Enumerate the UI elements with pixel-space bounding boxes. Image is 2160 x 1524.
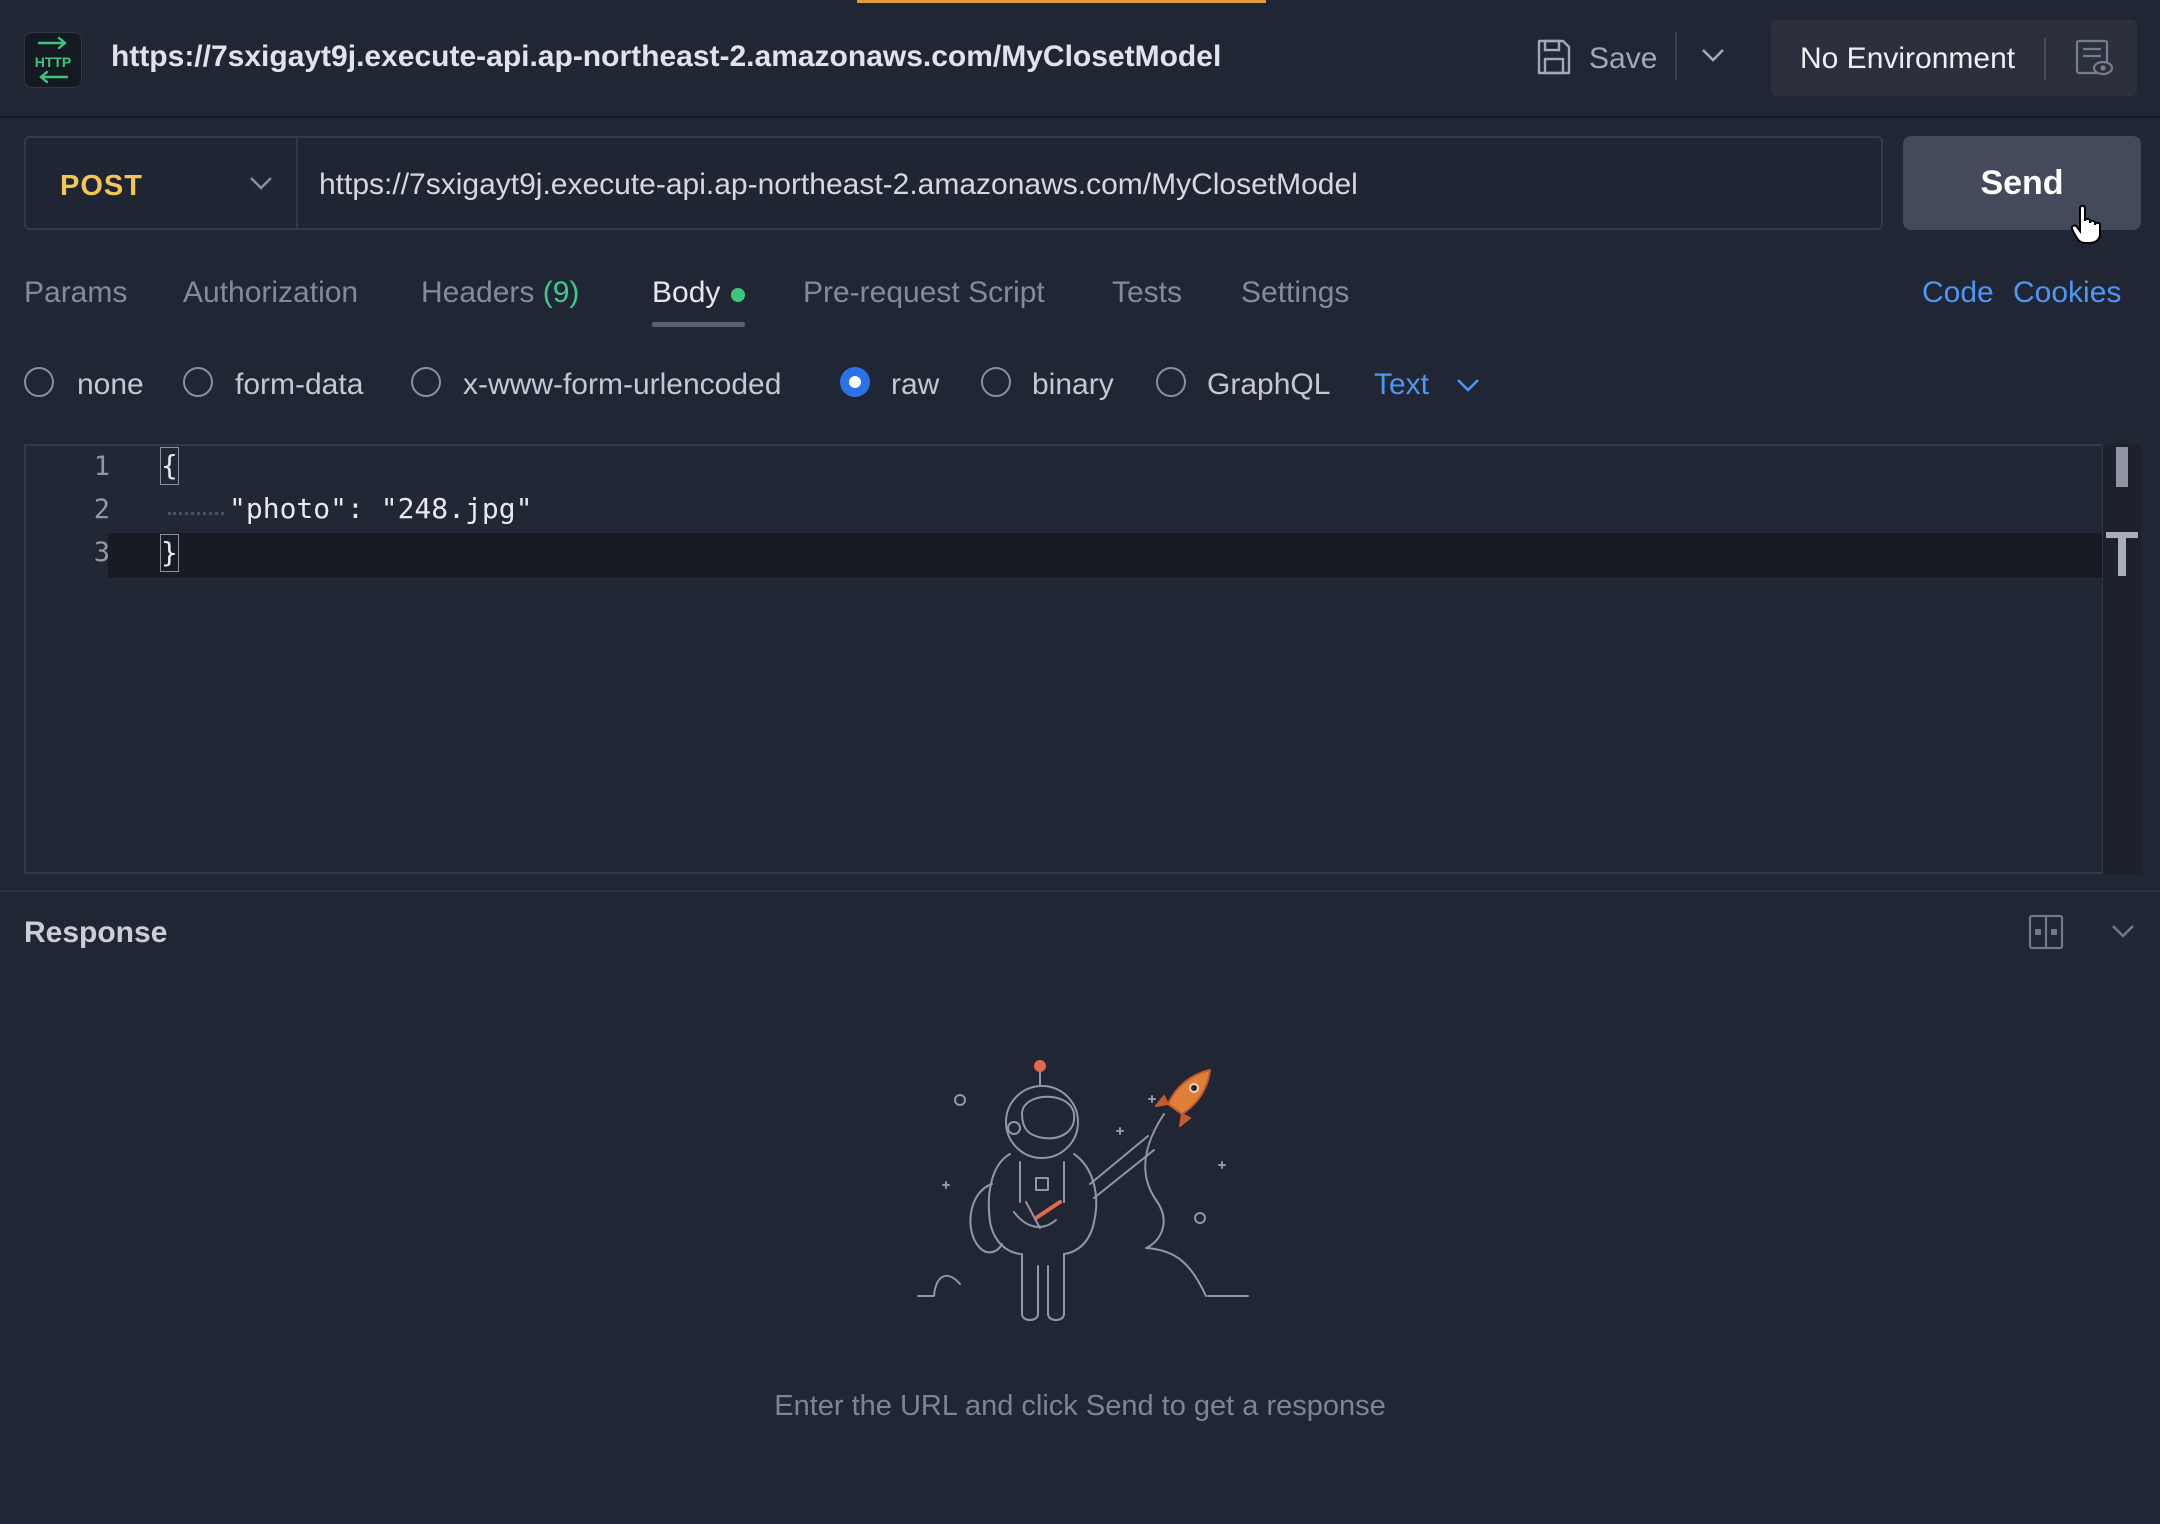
radio-none[interactable] [24,367,54,397]
svg-text:HTTP: HTTP [35,54,72,70]
radio-binary[interactable] [981,367,1011,397]
method-selector[interactable]: POST [60,170,143,203]
environment-eye-icon[interactable] [2074,38,2114,83]
divider[interactable] [0,890,2160,892]
tab-authorization[interactable]: Authorization [183,276,358,310]
chevron-down-icon[interactable] [1455,376,1481,399]
cursor-hand-icon [2070,204,2104,249]
status-dot [731,288,745,302]
active-tab-underline [652,322,745,327]
empty-response-hint: Enter the URL and click Send to get a re… [774,1390,1386,1422]
active-tab-accent [857,0,1266,3]
radio-label-none[interactable]: none [77,368,144,402]
send-button[interactable]: Send [1903,136,2141,230]
tab-body[interactable]: Body [652,276,720,310]
response-title: Response [24,916,168,949]
tab-params[interactable]: Params [24,276,127,310]
editor-scrollbar[interactable] [2102,444,2141,874]
code-link[interactable]: Code [1922,276,1994,310]
chevron-down-icon[interactable] [1700,46,1726,69]
astronaut-rocket-illustration [910,1052,1255,1339]
divider [296,138,298,228]
url-input[interactable]: https://7sxigayt9j.execute-api.ap-northe… [319,168,1358,202]
layout-split-icon[interactable] [2028,914,2064,955]
tab-pre-request-script[interactable]: Pre-request Script [803,276,1045,310]
tab-tests[interactable]: Tests [1112,276,1182,310]
scrollbar-thumb[interactable] [2116,447,2128,487]
save-button[interactable]: Save [1589,42,1657,76]
code-line[interactable]: } [161,536,178,569]
active-line-highlight [108,533,2103,578]
code-line[interactable]: { [161,449,178,482]
radio-raw[interactable] [840,367,870,397]
radio-label-binary[interactable]: binary [1032,368,1114,402]
chevron-down-icon[interactable] [2110,922,2136,945]
radio-x-www-form-urlencoded[interactable] [411,367,441,397]
radio-form-data[interactable] [183,367,213,397]
radio-label-raw[interactable]: raw [891,368,939,402]
divider [2044,38,2046,80]
raw-format-selector[interactable]: Text [1374,368,1429,402]
tab-headers[interactable]: Headers (9) [421,276,579,310]
code-line[interactable]: "photo": "248.jpg" [229,492,532,525]
request-tab-title[interactable]: https://7sxigayt9j.execute-api.ap-northe… [111,40,1221,74]
radio-label-form-data[interactable]: form-data [235,368,363,402]
save-icon[interactable] [1536,38,1572,81]
indent-guide [168,512,224,517]
headers-count-badge: (9) [542,276,580,309]
cookies-link[interactable]: Cookies [2013,276,2121,310]
divider [1675,32,1677,80]
radio-label-x-www-form-urlencoded[interactable]: x-www-form-urlencoded [463,368,781,402]
radio-graphql[interactable] [1156,367,1186,397]
http-icon: HTTP [24,32,82,88]
tab-headers-label: Headers [421,276,535,309]
text-cursor-marker [2106,530,2138,576]
line-number: 3 [93,537,110,568]
radio-label-graphql[interactable]: GraphQL [1207,368,1330,402]
line-number: 1 [93,451,110,482]
tab-settings[interactable]: Settings [1241,276,1349,310]
chevron-down-icon[interactable] [248,174,274,197]
environment-label[interactable]: No Environment [1800,42,2015,76]
line-number: 2 [93,494,110,525]
